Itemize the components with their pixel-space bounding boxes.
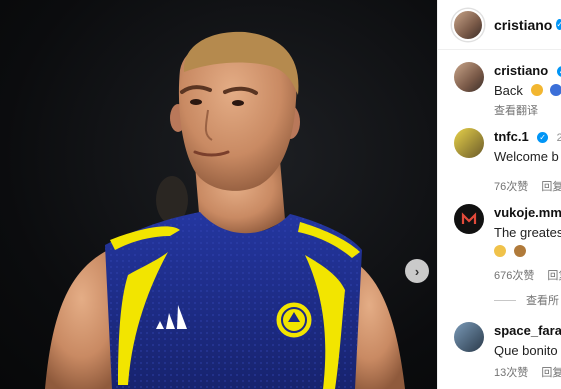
caption-avatar[interactable] xyxy=(454,62,484,92)
reply-button[interactable]: 回复 xyxy=(541,181,561,193)
author-name[interactable]: cristiano xyxy=(494,17,552,33)
comment-username[interactable]: tnfc.1 xyxy=(494,129,529,144)
goat-emoji-icon xyxy=(514,245,527,257)
blue-heart-emoji-icon xyxy=(550,84,561,96)
commenter-avatar[interactable] xyxy=(454,128,484,158)
player-illustration xyxy=(45,31,405,389)
next-photo-button[interactable]: › xyxy=(405,259,429,283)
caption-text: Back xyxy=(494,83,523,98)
m-logo-icon xyxy=(461,212,477,224)
view-replies-link[interactable]: 查看所 xyxy=(494,292,559,308)
verified-badge-icon: ✓ xyxy=(537,132,549,143)
yellow-heart-emoji-icon xyxy=(530,84,543,96)
post-sidebar: cristiano ✓ cristiano ✓ Back 查看翻译 tnfc.1… xyxy=(437,0,561,389)
post-photo[interactable]: › xyxy=(0,0,437,389)
reply-button[interactable]: 回复 xyxy=(541,367,561,379)
commenter-avatar[interactable] xyxy=(454,322,484,352)
comment-likes[interactable]: 76次赞 xyxy=(494,181,528,193)
post-header: cristiano ✓ xyxy=(438,0,561,50)
reply-button[interactable]: 回复 xyxy=(547,270,561,282)
verified-badge-icon: ✓ xyxy=(556,66,561,77)
comment-time: 2分 xyxy=(557,132,561,144)
club-crest xyxy=(273,299,315,341)
comment-likes[interactable]: 13次赞 xyxy=(494,367,528,379)
comment-username[interactable]: vukoje.mm xyxy=(494,205,561,220)
comment-text: Que bonito xyxy=(494,343,558,358)
verified-badge-icon: ✓ xyxy=(556,19,561,30)
commenter-avatar[interactable] xyxy=(454,204,484,234)
see-translation-link[interactable]: 查看翻译 xyxy=(494,102,561,118)
comment-username[interactable]: space_faral xyxy=(494,323,561,338)
comment-likes[interactable]: 676次赞 xyxy=(494,270,534,282)
clapping-hands-emoji-icon xyxy=(494,245,506,257)
author-avatar[interactable] xyxy=(452,8,484,41)
comment-text: Welcome b xyxy=(494,149,559,164)
caption-username[interactable]: cristiano xyxy=(494,63,548,78)
comment-text: The greates xyxy=(494,225,561,240)
